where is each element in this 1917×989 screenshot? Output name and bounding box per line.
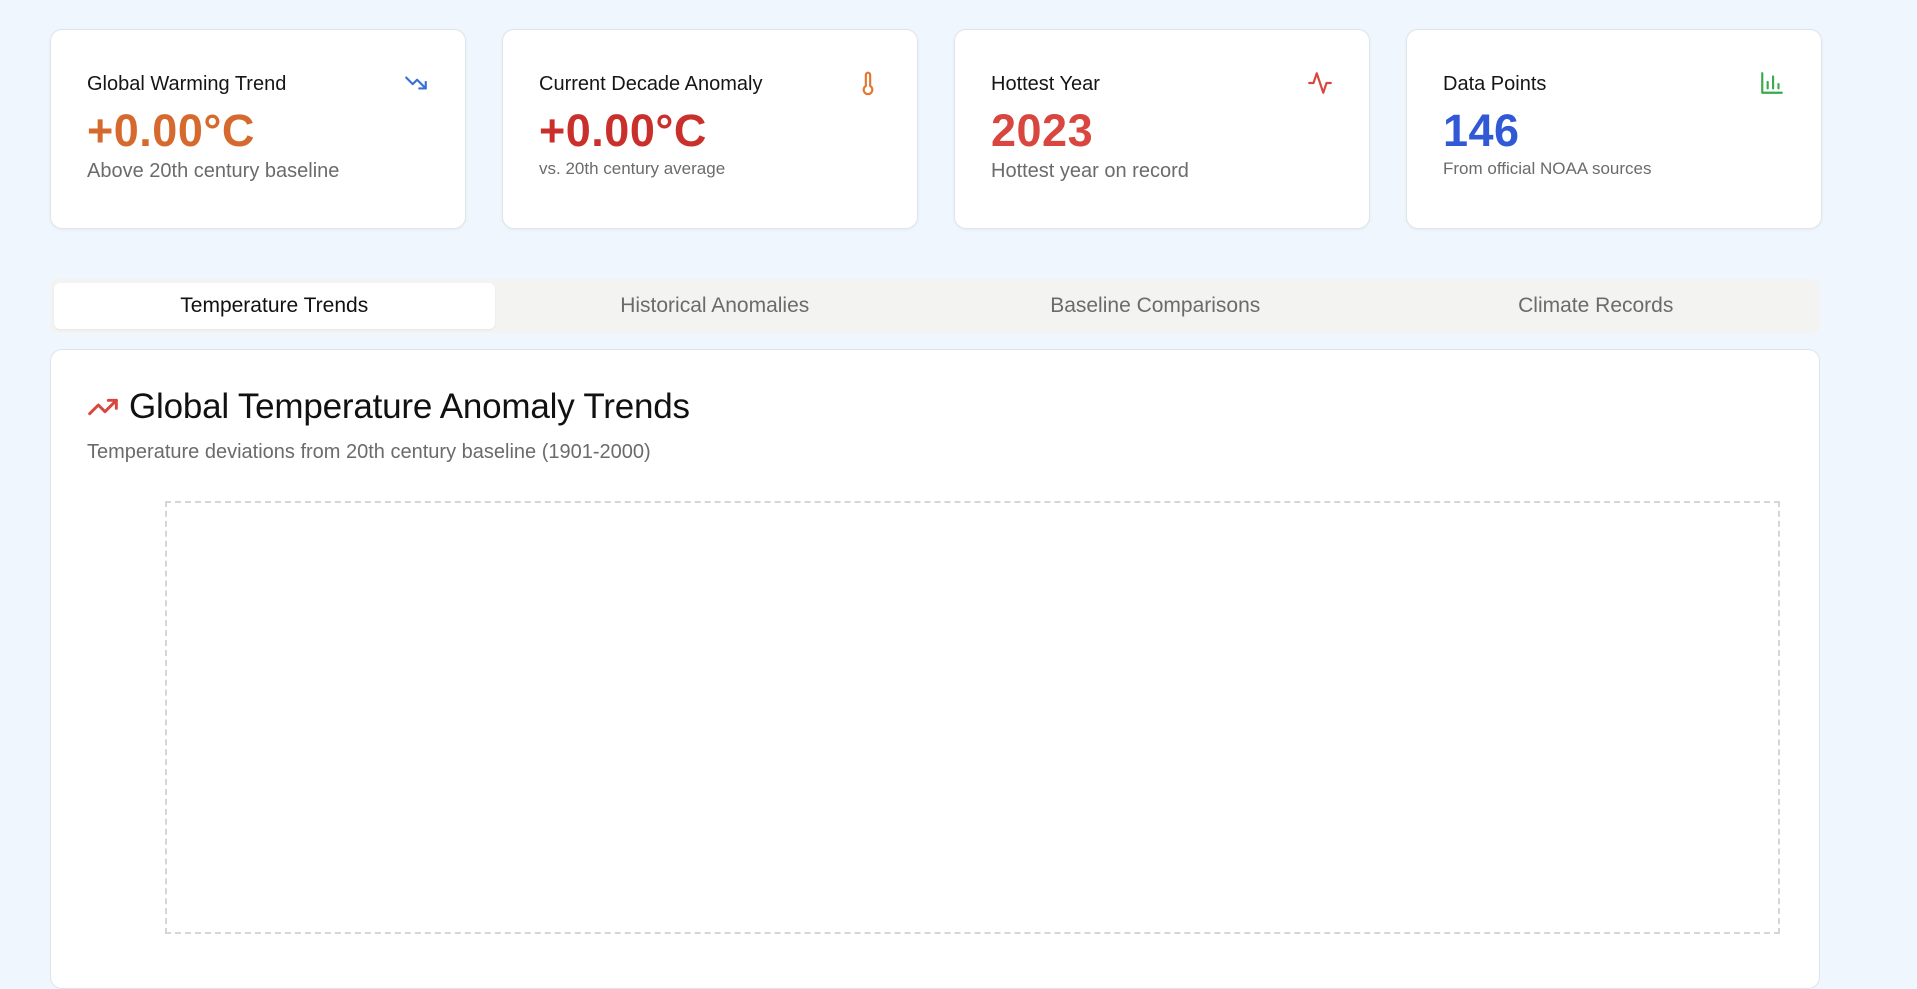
stat-card-subtitle: vs. 20th century average [539,159,726,178]
trending-down-icon [405,76,427,90]
stats-row: Global Warming Trend +0.00°C Above 20th … [50,29,1822,229]
thermometer-icon [862,71,874,96]
panel-subtitle: Temperature deviations from 20th century… [87,441,651,463]
stat-card-subtitle: Above 20th century baseline [87,160,340,182]
tab-temperature-trends[interactable]: Temperature Trends [54,283,495,329]
stat-card-title: Data Points [1443,73,1547,95]
tab-list: Temperature Trends Historical Anomalies … [50,279,1820,333]
stat-card-title: Global Warming Trend [87,73,287,95]
stat-card-value: 146 [1443,105,1520,156]
chart-placeholder [165,501,1780,934]
tab-historical-anomalies[interactable]: Historical Anomalies [495,283,936,329]
stat-card-title: Hottest Year [991,73,1100,95]
stat-card-global-warming-trend: Global Warming Trend +0.00°C Above 20th … [50,29,466,229]
panel-header: Global Temperature Anomaly Trends [87,386,1783,428]
stat-card-value: +0.00°C [87,105,255,156]
stat-card-hottest-year: Hottest Year 2023 Hottest year on record [954,29,1370,229]
bar-chart-icon [1761,72,1783,94]
chart-panel: Global Temperature Anomaly Trends Temper… [50,349,1820,989]
stat-card-current-decade-anomaly: Current Decade Anomaly +0.00°C vs. 20th … [502,29,918,229]
stat-card-value: +0.00°C [539,105,707,156]
stat-card-data-points: Data Points 146 From official NOAA sourc… [1406,29,1822,229]
activity-icon [1308,72,1332,94]
stat-card-subtitle: From official NOAA sources [1443,159,1652,178]
tab-baseline-comparisons[interactable]: Baseline Comparisons [935,283,1376,329]
stat-card-title: Current Decade Anomaly [539,73,763,95]
trending-up-icon [88,398,118,416]
tab-climate-records[interactable]: Climate Records [1376,283,1817,329]
stat-card-value: 2023 [991,105,1094,156]
stat-card-subtitle: Hottest year on record [991,160,1189,182]
panel-title: Global Temperature Anomaly Trends [129,387,690,426]
